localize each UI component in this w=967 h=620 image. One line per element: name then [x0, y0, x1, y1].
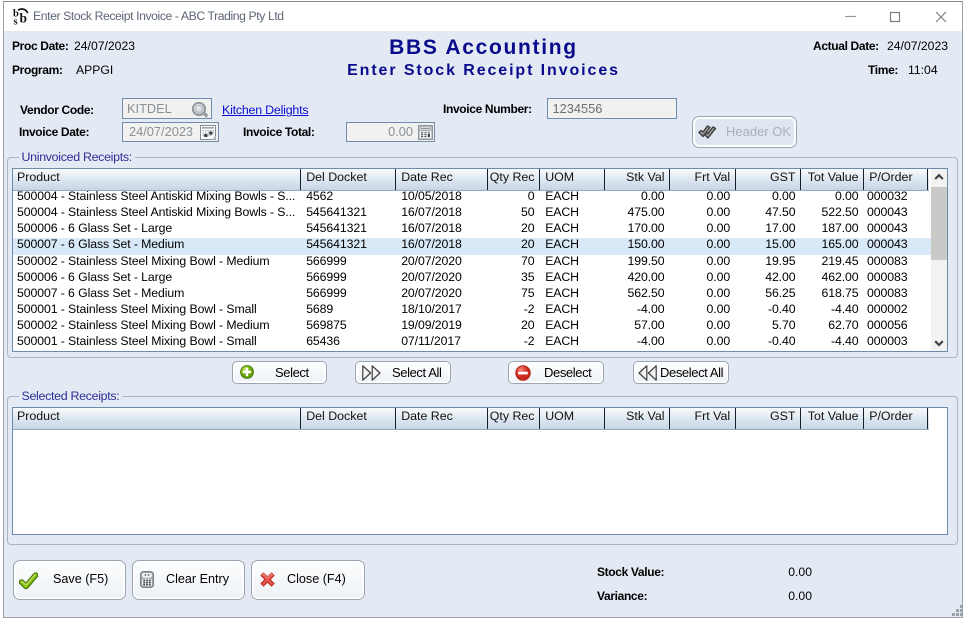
svg-text:b: b: [20, 11, 28, 26]
svg-text:s: s: [14, 17, 18, 26]
